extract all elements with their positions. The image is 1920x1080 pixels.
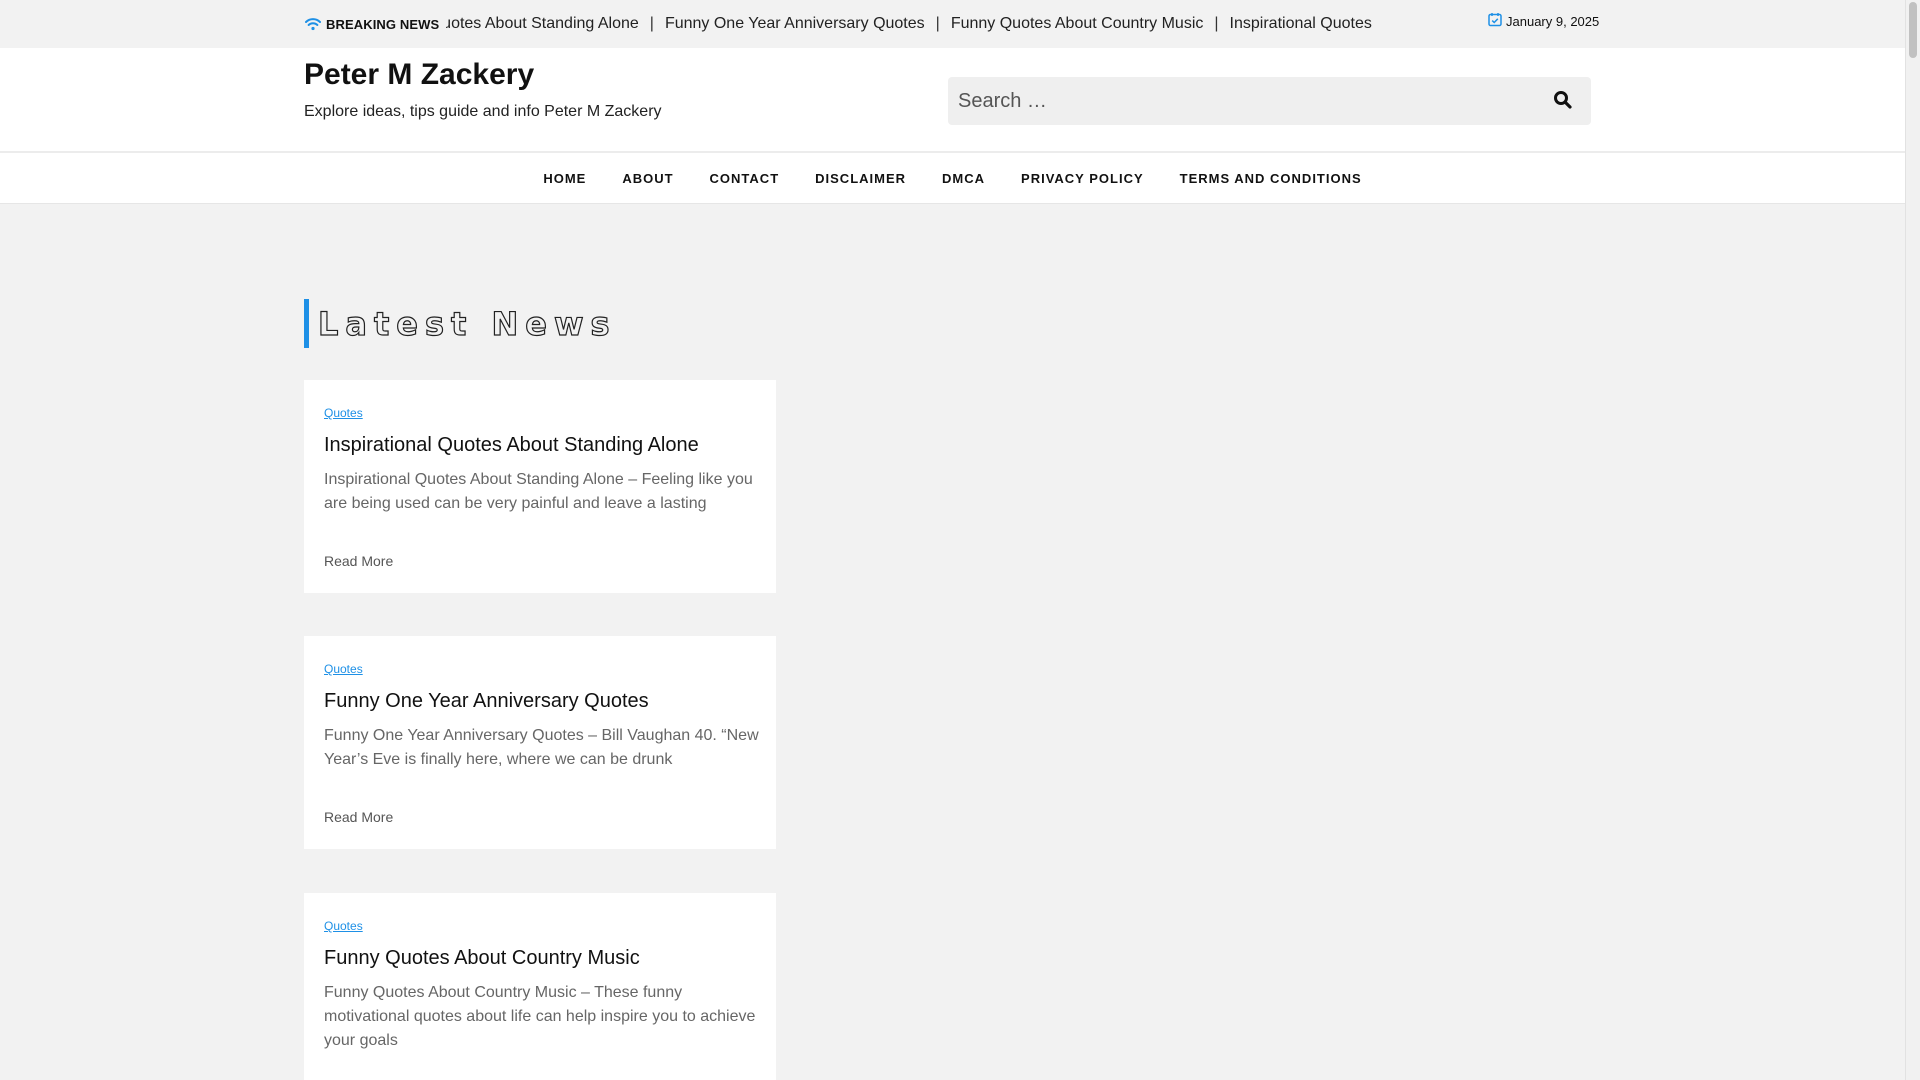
nav-item-about[interactable]: ABOUT (604, 171, 691, 186)
ticker-separator: | (649, 15, 654, 32)
post-title[interactable]: Inspirational Quotes About Standing Alon… (324, 434, 699, 457)
post-excerpt: Inspirational Quotes About Standing Alon… (324, 471, 753, 512)
ticker-link[interactable]: Inspirational Quotes About Standing Alon… (446, 15, 639, 33)
post-category[interactable]: Quotes (324, 662, 363, 676)
site-tagline: Explore ideas, tips guide and info Peter… (304, 103, 662, 120)
top-bar: BREAKING NEWS Inspirational Quotes About… (0, 0, 1905, 48)
search-input[interactable] (948, 77, 1508, 125)
date-text: January 9, 2025 (1506, 13, 1600, 29)
page: BREAKING NEWS Inspirational Quotes About… (0, 0, 1905, 1080)
post-card: Quotes Funny Quotes About Country Music … (304, 893, 776, 1080)
post-category[interactable]: Quotes (324, 406, 363, 420)
scrollbar-thumb[interactable] (1909, 2, 1917, 58)
nav-item-dmca[interactable]: DMCA (924, 171, 1003, 186)
breaking-news-label: BREAKING NEWS (326, 16, 440, 32)
post-category[interactable]: Quotes (324, 919, 363, 933)
search-button[interactable] (1551, 89, 1575, 113)
search-form (948, 77, 1591, 125)
ticker-link[interactable]: Inspirational Quotes (1230, 15, 1372, 33)
page-scrollbar[interactable] (1905, 0, 1920, 1080)
read-more-link[interactable]: Read More (324, 809, 393, 825)
post-title[interactable]: Funny Quotes About Country Music (324, 947, 640, 970)
wifi-icon (304, 15, 322, 33)
search-icon (1553, 90, 1573, 113)
current-date: January 9, 2025 (1488, 12, 1599, 30)
post-card: Quotes Funny One Year Anniversary Quotes… (304, 636, 776, 849)
read-more-link[interactable]: Read More (324, 553, 393, 569)
section-title: Latest News (304, 299, 617, 348)
calendar-check-icon (1488, 12, 1506, 30)
main-nav: HOME ABOUT CONTACT DISCLAIMER DMCA PRIVA… (0, 153, 1905, 204)
nav-item-home[interactable]: HOME (525, 171, 604, 186)
breaking-news: BREAKING NEWS (304, 0, 439, 48)
site-title[interactable]: Peter M Zackery (304, 58, 534, 92)
nav-item-privacy-policy[interactable]: PRIVACY POLICY (1003, 171, 1162, 186)
post-excerpt: Funny One Year Anniversary Quotes – Bill… (324, 727, 759, 768)
post-excerpt: Funny Quotes About Country Music – These… (324, 984, 756, 1049)
ticker-link[interactable]: Funny One Year Anniversary Quotes (665, 15, 925, 33)
ticker-separator: | (935, 15, 940, 32)
site-header: Peter M Zackery Explore ideas, tips guid… (0, 48, 1905, 151)
ticker-link[interactable]: Funny Quotes About Country Music (951, 15, 1204, 33)
post-title[interactable]: Funny One Year Anniversary Quotes (324, 690, 649, 713)
nav-item-contact[interactable]: CONTACT (692, 171, 798, 186)
nav-item-terms[interactable]: TERMS AND CONDITIONS (1162, 171, 1380, 186)
ticker-separator: | (1214, 15, 1219, 32)
post-card: Quotes Inspirational Quotes About Standi… (304, 380, 776, 593)
news-ticker: Inspirational Quotes About Standing Alon… (446, 0, 1380, 48)
nav-item-disclaimer[interactable]: DISCLAIMER (797, 171, 924, 186)
